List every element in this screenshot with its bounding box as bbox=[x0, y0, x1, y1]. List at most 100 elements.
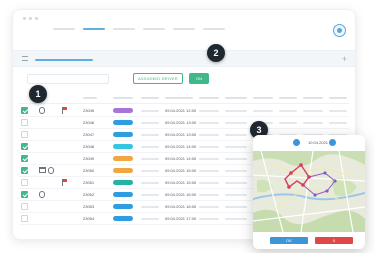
user-avatar[interactable] bbox=[333, 24, 346, 37]
row-checkbox[interactable] bbox=[21, 203, 28, 210]
order-code: 23047 bbox=[83, 132, 95, 137]
nav-item[interactable] bbox=[53, 28, 75, 30]
callout-marker-1: 1 bbox=[29, 85, 47, 103]
assigned-driver-filter[interactable]: ASSIGNED DRIVER bbox=[133, 73, 183, 84]
order-time: 09.04.2021 13:00 bbox=[165, 120, 197, 125]
route-map[interactable] bbox=[253, 151, 365, 232]
order-time: 09.04.2021 14:00 bbox=[165, 144, 197, 149]
active-tab-indicator bbox=[35, 59, 93, 61]
map-popup: 10.04.2021 OK X bbox=[253, 135, 365, 249]
clip-icon bbox=[39, 191, 45, 198]
table-cell bbox=[199, 194, 219, 196]
confirm-route-button[interactable]: OK bbox=[270, 237, 308, 244]
window-controls bbox=[23, 17, 38, 20]
table-cell bbox=[141, 218, 159, 220]
order-code: 23050 bbox=[83, 168, 95, 173]
status-tag bbox=[113, 204, 133, 209]
table-cell bbox=[329, 110, 347, 112]
status-tag bbox=[113, 192, 133, 197]
table-cell bbox=[199, 218, 219, 220]
row-checkbox[interactable] bbox=[21, 155, 28, 162]
toolbar: + bbox=[13, 50, 355, 67]
column-header[interactable] bbox=[279, 97, 297, 99]
table-header bbox=[19, 92, 349, 104]
table-cell bbox=[225, 170, 247, 172]
table-row[interactable]: 23046 09.04.2021 13:00 bbox=[19, 117, 349, 129]
table-cell bbox=[303, 122, 323, 124]
flag-icon bbox=[62, 107, 67, 114]
row-checkbox[interactable] bbox=[21, 179, 28, 186]
nav-item-active[interactable] bbox=[83, 28, 105, 30]
table-cell bbox=[199, 170, 219, 172]
table-cell bbox=[199, 206, 219, 208]
status-tag bbox=[113, 216, 133, 221]
nav-item[interactable] bbox=[113, 28, 135, 30]
table-cell bbox=[225, 182, 247, 184]
status-tag bbox=[113, 120, 133, 125]
row-checkbox[interactable] bbox=[21, 107, 28, 114]
column-header[interactable] bbox=[199, 97, 219, 99]
order-code: 23045 bbox=[83, 108, 95, 113]
calendar-icon bbox=[39, 167, 46, 173]
column-header[interactable] bbox=[253, 97, 273, 99]
row-checkbox[interactable] bbox=[21, 215, 28, 222]
top-navigation bbox=[53, 28, 225, 30]
column-header[interactable] bbox=[165, 97, 193, 99]
map-date-bar: 10.04.2021 bbox=[253, 135, 365, 151]
menu-icon[interactable] bbox=[22, 56, 28, 61]
column-header[interactable] bbox=[329, 97, 347, 99]
map-actions: OK X bbox=[253, 232, 365, 249]
row-checkbox[interactable] bbox=[21, 119, 28, 126]
order-time: 09.04.2021 13:00 bbox=[165, 132, 197, 137]
order-time: 09.04.2021 14:00 bbox=[165, 156, 197, 161]
nav-item[interactable] bbox=[143, 28, 165, 30]
table-cell bbox=[199, 122, 219, 124]
table-cell bbox=[141, 170, 159, 172]
nav-item[interactable] bbox=[173, 28, 195, 30]
expand-icon[interactable]: + bbox=[342, 54, 347, 64]
row-checkbox[interactable] bbox=[21, 167, 28, 174]
table-cell bbox=[141, 206, 159, 208]
table-cell bbox=[225, 134, 247, 136]
table-cell bbox=[303, 110, 323, 112]
column-header[interactable] bbox=[113, 97, 133, 99]
flag-icon bbox=[62, 179, 67, 186]
order-code: 23046 bbox=[83, 120, 95, 125]
map-date: 10.04.2021 bbox=[308, 140, 329, 145]
status-tag bbox=[113, 156, 133, 161]
column-header[interactable] bbox=[141, 97, 159, 99]
table-cell bbox=[225, 194, 247, 196]
column-header[interactable] bbox=[83, 97, 97, 99]
previous-date-button[interactable] bbox=[293, 139, 300, 146]
order-code: 23048 bbox=[83, 144, 95, 149]
cancel-route-button[interactable]: X bbox=[315, 237, 353, 244]
row-checkbox[interactable] bbox=[21, 191, 28, 198]
order-code: 23051 bbox=[83, 180, 95, 185]
order-time: 09.04.2021 17:00 bbox=[165, 216, 197, 221]
table-cell bbox=[141, 182, 159, 184]
table-cell bbox=[225, 158, 247, 160]
table-cell bbox=[329, 122, 347, 124]
search-input[interactable] bbox=[27, 74, 109, 84]
table-cell bbox=[225, 146, 247, 148]
order-time: 09.04.2021 16:00 bbox=[165, 192, 197, 197]
row-checkbox[interactable] bbox=[21, 143, 28, 150]
status-tag bbox=[113, 180, 133, 185]
table-cell bbox=[199, 146, 219, 148]
table-row[interactable]: 23045 09.04.2021 12:00 bbox=[19, 105, 349, 117]
table-cell bbox=[199, 134, 219, 136]
next-date-button[interactable] bbox=[329, 139, 336, 146]
table-cell bbox=[279, 122, 297, 124]
table-cell bbox=[141, 146, 159, 148]
table-cell bbox=[141, 134, 159, 136]
table-cell bbox=[225, 110, 247, 112]
table-cell bbox=[199, 182, 219, 184]
filter-toggle-button[interactable]: ON bbox=[189, 73, 209, 84]
order-time: 09.04.2021 16:00 bbox=[165, 204, 197, 209]
map-canvas bbox=[253, 151, 365, 232]
status-tag bbox=[113, 108, 133, 113]
column-header[interactable] bbox=[225, 97, 247, 99]
column-header[interactable] bbox=[303, 97, 323, 99]
nav-item[interactable] bbox=[203, 28, 225, 30]
row-checkbox[interactable] bbox=[21, 131, 28, 138]
